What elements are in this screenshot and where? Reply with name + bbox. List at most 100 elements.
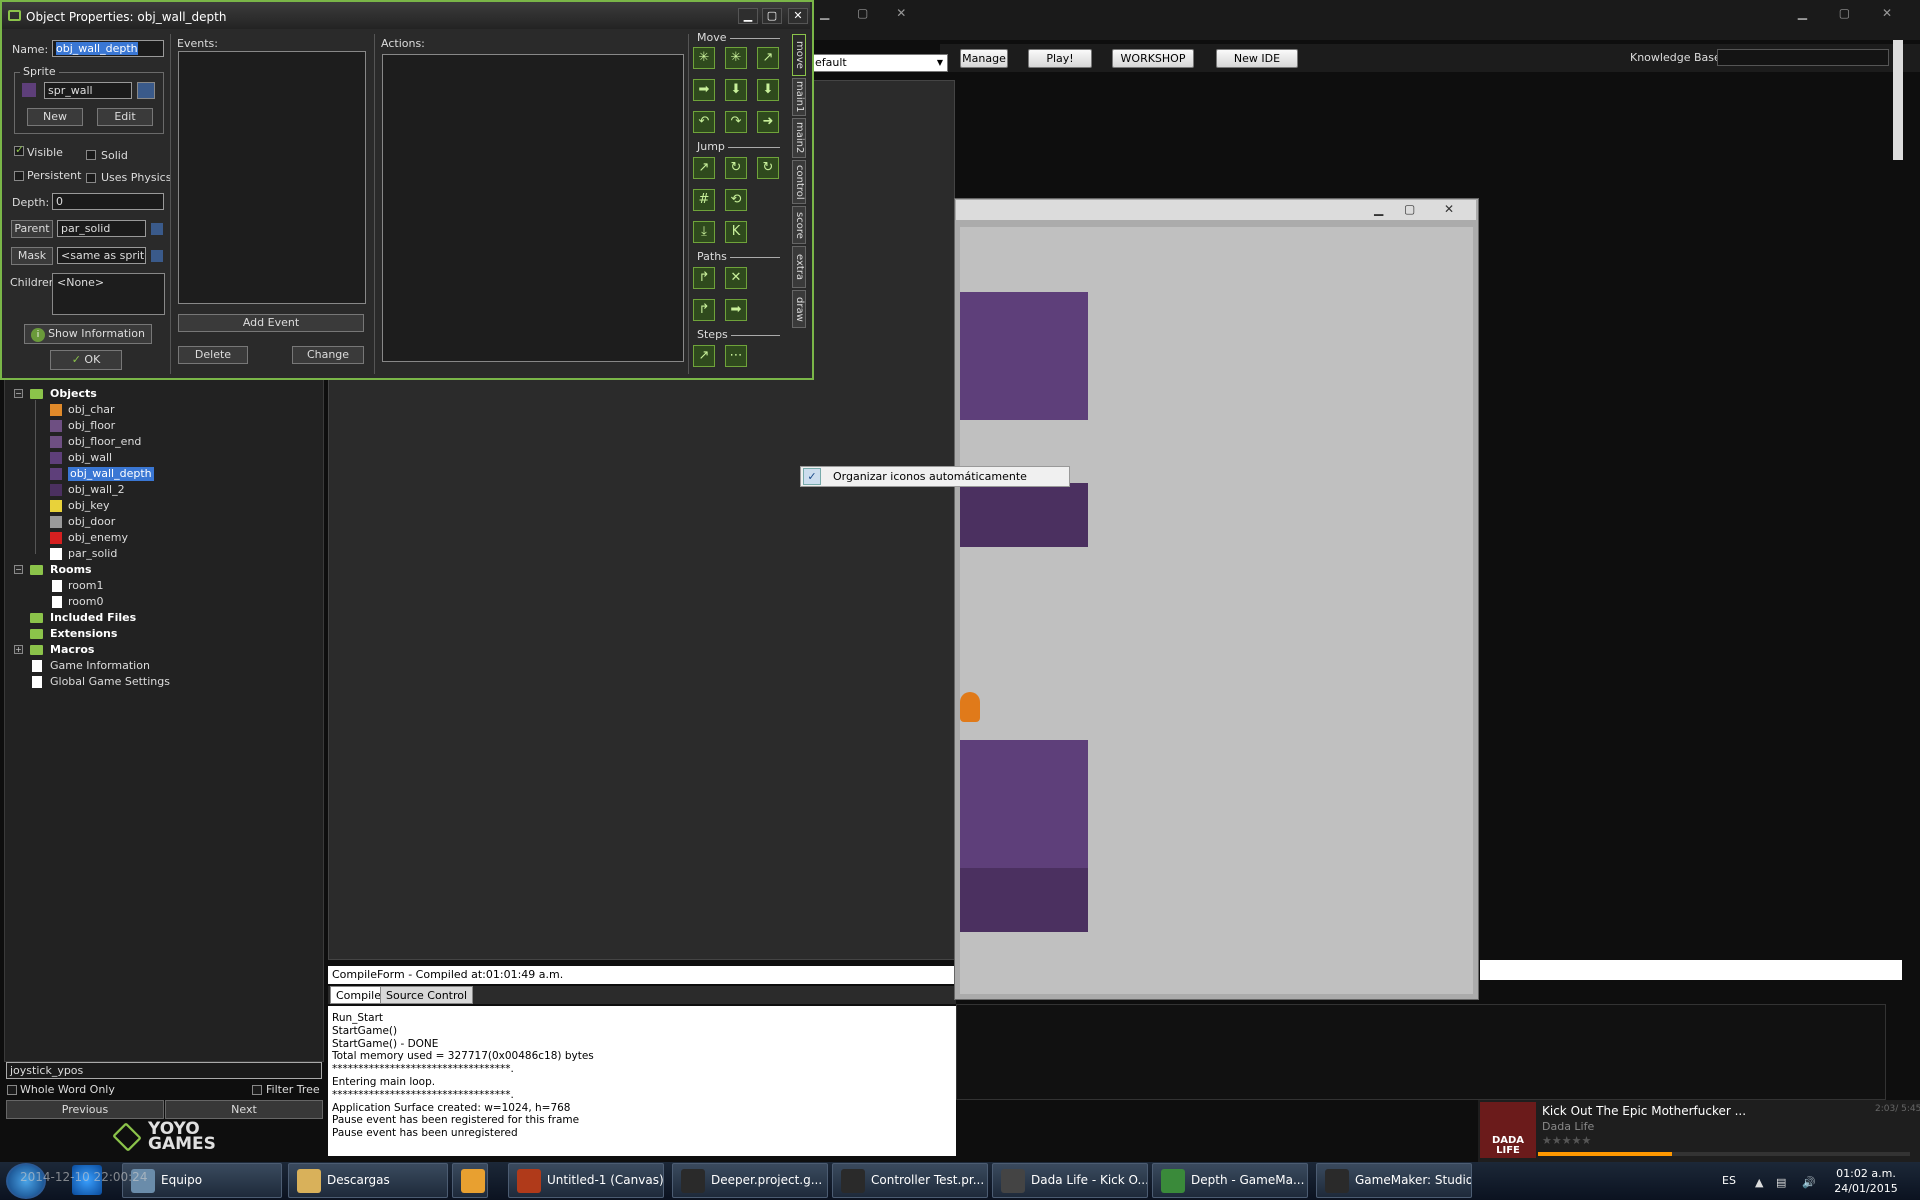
speed-vertical-icon[interactable]: ⬇ — [725, 79, 747, 101]
reverse-horizontal-icon[interactable]: ↶ — [693, 111, 715, 133]
taskbar-item[interactable]: Depth - GameMa... — [1152, 1163, 1308, 1198]
tab-control[interactable]: control — [792, 160, 806, 204]
tree-item-global-game-settings[interactable]: Global Game Settings — [50, 675, 170, 689]
background-window-controls[interactable]: ▁ ▢ ✕ — [820, 6, 918, 20]
tab-source-control[interactable]: Source Control — [380, 986, 474, 1004]
taskbar-item[interactable]: Controller Test.pr... — [832, 1163, 988, 1198]
taskbar-item[interactable]: Descargas — [288, 1163, 448, 1198]
new-sprite-button[interactable]: New — [27, 108, 83, 126]
move-towards-icon[interactable]: ↗ — [757, 47, 779, 69]
tree-item-game-information[interactable]: Game Information — [50, 659, 150, 673]
tab-draw[interactable]: draw — [792, 290, 806, 328]
speed-horizontal-icon[interactable]: ➡ — [693, 79, 715, 101]
context-menu-item-arrange-icons[interactable]: Organizar iconos automáticamente — [833, 467, 1027, 486]
show-information-button[interactable]: i Show Information — [24, 324, 152, 344]
jump-to-position-icon[interactable]: ↗ — [693, 157, 715, 179]
play-button[interactable]: Play! — [1028, 49, 1092, 68]
move-fixed-icon[interactable]: ✳ — [693, 47, 715, 69]
parent-field[interactable]: par_solid — [57, 220, 146, 237]
close-icon[interactable]: ✕ — [1444, 202, 1454, 216]
sprite-field[interactable]: spr_wall — [44, 82, 132, 99]
step-avoiding-icon[interactable]: ⋯ — [725, 345, 747, 367]
network-icon[interactable]: ▤ — [1776, 1176, 1786, 1189]
tree-item-room[interactable]: room0 — [68, 595, 103, 609]
sprite-browse-icon[interactable] — [137, 82, 155, 99]
tree-item-object[interactable]: obj_door — [68, 515, 115, 529]
tree-item-object[interactable]: obj_char — [68, 403, 115, 417]
reverse-vertical-icon[interactable]: ↷ — [725, 111, 747, 133]
tree-folder-extensions[interactable]: Extensions — [50, 627, 117, 641]
collapse-icon[interactable]: − — [14, 565, 23, 574]
mask-field[interactable]: <same as sprite> — [57, 247, 146, 264]
tree-item-object[interactable]: obj_floor_end — [68, 435, 141, 449]
step-towards-icon[interactable]: ↗ — [693, 345, 715, 367]
name-field[interactable]: obj_wall_depth — [52, 40, 164, 57]
parent-button[interactable]: Parent — [11, 220, 53, 238]
filter-tree-checkbox[interactable] — [252, 1085, 262, 1095]
set-path-icon[interactable]: ↱ — [693, 267, 715, 289]
maximize-icon[interactable]: ▢ — [762, 8, 782, 24]
align-to-grid-icon[interactable]: # — [693, 189, 715, 211]
taskbar-item[interactable]: Untitled-1 (Canvas) — [508, 1163, 664, 1198]
taskbar-item[interactable] — [452, 1163, 488, 1198]
tree-folder-rooms[interactable]: Rooms — [50, 563, 92, 577]
path-position-icon[interactable]: ↱ — [693, 299, 715, 321]
ide-window-controls[interactable]: ▁ ▢ ✕ — [1798, 6, 1906, 20]
maximize-icon[interactable]: ▢ — [1404, 202, 1415, 216]
actions-list[interactable] — [382, 54, 684, 362]
children-list[interactable]: <None> — [52, 273, 165, 315]
expand-icon[interactable]: + — [14, 645, 23, 654]
scrollbar[interactable] — [1893, 40, 1903, 160]
close-icon[interactable]: ✕ — [788, 8, 808, 24]
gravity-icon[interactable]: ⬇ — [757, 79, 779, 101]
mask-browse-icon[interactable] — [151, 250, 163, 262]
knowledge-base-input[interactable] — [1717, 49, 1889, 66]
workshop-button[interactable]: WORKSHOP — [1112, 49, 1194, 68]
events-list[interactable] — [178, 51, 366, 304]
tab-main2[interactable]: main2 — [792, 118, 806, 158]
persistent-checkbox[interactable] — [14, 171, 24, 181]
rating-stars[interactable]: ★★★★★ — [1542, 1134, 1591, 1147]
tree-item-room[interactable]: room1 — [68, 579, 103, 593]
tree-item-object[interactable]: obj_floor — [68, 419, 115, 433]
tab-main1[interactable]: main1 — [792, 78, 806, 116]
whole-word-checkbox[interactable] — [7, 1085, 17, 1095]
parent-browse-icon[interactable] — [151, 223, 163, 235]
depth-field[interactable]: 0 — [52, 193, 164, 210]
clock[interactable]: 01:02 a.m. 24/01/2015 — [1830, 1166, 1902, 1196]
next-button[interactable]: Next — [165, 1100, 323, 1119]
jump-to-start-icon[interactable]: ↻ — [725, 157, 747, 179]
tab-extra[interactable]: extra — [792, 246, 806, 288]
move-to-contact-icon[interactable]: ⤓ — [693, 221, 715, 243]
minimize-icon[interactable]: ▁ — [1374, 202, 1383, 216]
tree-item-object[interactable]: obj_wall_depth — [68, 467, 154, 481]
delete-event-button[interactable]: Delete — [178, 346, 248, 364]
collapse-icon[interactable]: − — [14, 389, 23, 398]
tree-item-object[interactable]: obj_enemy — [68, 531, 128, 545]
jump-to-random-icon[interactable]: ↻ — [757, 157, 779, 179]
new-ide-button[interactable]: New IDE — [1216, 49, 1298, 68]
volume-icon[interactable]: 🔊 — [1802, 1176, 1816, 1189]
tab-compile[interactable]: Compile — [330, 986, 387, 1004]
friction-icon[interactable]: ➜ — [757, 111, 779, 133]
minimize-icon[interactable]: ▁ — [738, 8, 758, 24]
tree-item-object[interactable]: obj_wall_2 — [68, 483, 125, 497]
taskbar-item[interactable]: Deeper.project.g... — [672, 1163, 828, 1198]
show-hidden-icons-icon[interactable]: ▲ — [1755, 1176, 1763, 1189]
tree-folder-included-files[interactable]: Included Files — [50, 611, 136, 625]
ok-button[interactable]: ✓ OK — [50, 350, 122, 370]
previous-button[interactable]: Previous — [6, 1100, 164, 1119]
tab-move[interactable]: move — [792, 34, 806, 76]
tree-item-object[interactable]: obj_wall — [68, 451, 112, 465]
manage-button[interactable]: Manage — [960, 49, 1008, 68]
tree-item-object[interactable]: obj_key — [68, 499, 110, 513]
solid-checkbox[interactable] — [86, 150, 96, 160]
wrap-screen-icon[interactable]: ⟲ — [725, 189, 747, 211]
add-event-button[interactable]: Add Event — [178, 314, 364, 332]
tab-score[interactable]: score — [792, 206, 806, 244]
search-input[interactable]: joystick_ypos — [6, 1062, 322, 1079]
move-free-icon[interactable]: ✳ — [725, 47, 747, 69]
edit-sprite-button[interactable]: Edit — [97, 108, 153, 126]
tree-folder-objects[interactable]: Objects — [50, 387, 97, 401]
visible-checkbox[interactable]: ✓ — [14, 143, 24, 156]
